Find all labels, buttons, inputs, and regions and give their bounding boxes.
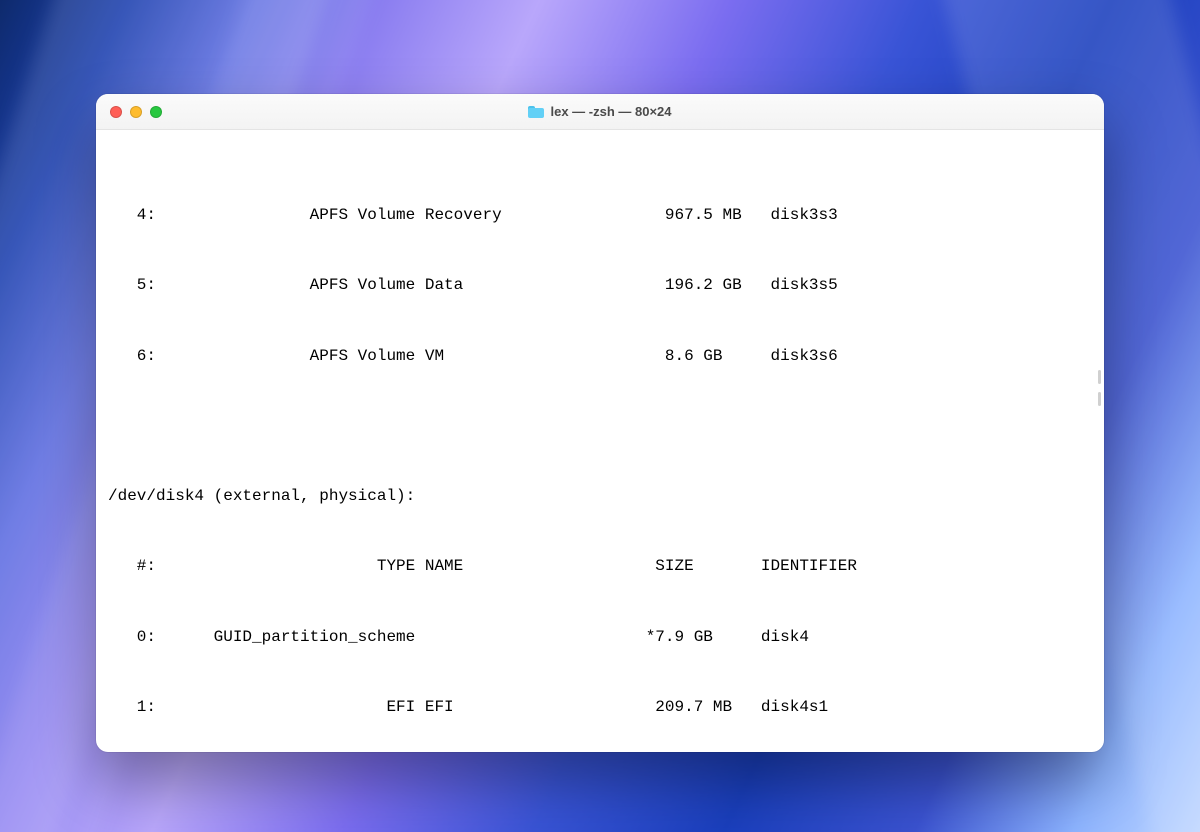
terminal-content[interactable]: 4: APFS Volume Recovery 967.5 MB disk3s3… bbox=[96, 130, 1104, 752]
scrollbar-mark bbox=[1098, 370, 1101, 384]
window-titlebar: lex — -zsh — 80×24 bbox=[96, 94, 1104, 130]
terminal-line: /dev/disk4 (external, physical): bbox=[108, 485, 1092, 508]
folder-icon bbox=[528, 106, 544, 118]
terminal-window: lex — -zsh — 80×24 4: APFS Volume Recove… bbox=[96, 94, 1104, 752]
terminal-line bbox=[108, 415, 1092, 438]
terminal-line: #: TYPE NAME SIZE IDENTIFIER bbox=[108, 555, 1092, 578]
minimize-button[interactable] bbox=[130, 106, 142, 118]
window-title-text: lex — -zsh — 80×24 bbox=[550, 104, 671, 119]
zoom-button[interactable] bbox=[150, 106, 162, 118]
terminal-line: 1: EFI EFI 209.7 MB disk4s1 bbox=[108, 696, 1092, 719]
close-button[interactable] bbox=[110, 106, 122, 118]
terminal-line: 6: APFS Volume VM 8.6 GB disk3s6 bbox=[108, 345, 1092, 368]
terminal-line: 0: GUID_partition_scheme *7.9 GB disk4 bbox=[108, 626, 1092, 649]
window-title: lex — -zsh — 80×24 bbox=[96, 104, 1104, 119]
window-controls bbox=[96, 106, 162, 118]
terminal-line: 4: APFS Volume Recovery 967.5 MB disk3s3 bbox=[108, 204, 1092, 227]
scrollbar-mark bbox=[1098, 392, 1101, 406]
terminal-line: 5: APFS Volume Data 196.2 GB disk3s5 bbox=[108, 274, 1092, 297]
